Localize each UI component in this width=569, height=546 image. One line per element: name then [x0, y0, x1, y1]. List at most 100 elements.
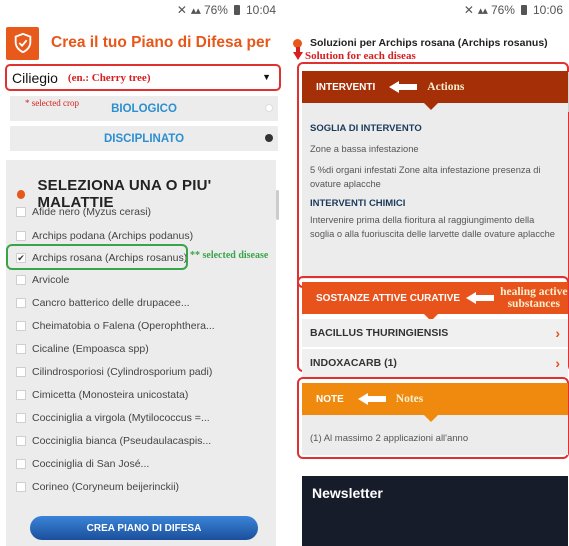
arrow-down-icon — [293, 47, 303, 60]
disease-item[interactable]: Cimicetta (Monosteira unicostata) — [16, 386, 188, 404]
disease-list-panel: SELEZIONA UNA O PIU' MALATTIE Afide nero… — [6, 160, 276, 546]
disease-item[interactable]: Cheimatobia o Falena (Operophthera... — [16, 317, 215, 335]
disease-label: Cancro batterico delle drupacee... — [32, 297, 190, 309]
note-card: NOTE Notes (1) Al massimo 2 applicazioni… — [302, 383, 568, 455]
chimici-title: INTERVENTI CHIMICI — [310, 198, 406, 209]
status-bar: ✕ ▴▴ 76% 10:06 — [287, 0, 569, 20]
disease-label: Cocciniglia a virgola (Mytilococcus =... — [32, 412, 210, 424]
checkbox[interactable] — [16, 390, 26, 400]
right-screen: ✕ ▴▴ 76% 10:06 Soluzioni per Archips ros… — [287, 0, 569, 546]
arrow-left-icon — [389, 81, 418, 93]
soglia-line: Zone a bassa infestazione — [310, 144, 419, 154]
interventi-annotation: Actions — [427, 81, 465, 93]
disease-label: Cimicetta (Monosteira unicostata) — [32, 389, 189, 401]
clock: 10:04 — [245, 3, 276, 17]
create-plan-button[interactable]: CREA PIANO DI DIFESA — [30, 516, 258, 540]
app-header: Crea il tuo Piano di Difesa per — [6, 24, 278, 62]
disease-item[interactable]: Cocciniglia a virgola (Mytilococcus =... — [16, 409, 210, 427]
interventi-body: SOGLIA DI INTERVENTO Zone a bassa infest… — [302, 103, 568, 241]
disease-label: Cheimatobia o Falena (Operophthera... — [32, 320, 215, 332]
battery-percent: 76% — [203, 3, 228, 17]
chevron-right-icon[interactable]: › — [555, 355, 560, 371]
solutions-header: Soluzioni per Archips rosana (Archips ro… — [293, 37, 548, 49]
radio-selected-icon[interactable] — [265, 134, 273, 142]
substance-row[interactable]: BACILLUS THURINGIENSIS › — [302, 319, 568, 347]
sostanze-annotation-line: healing active — [500, 286, 568, 298]
option-disciplinato-label: DISCIPLINATO — [103, 132, 185, 145]
checkbox[interactable] — [16, 436, 26, 446]
checkbox[interactable] — [16, 459, 26, 469]
sostanze-bar[interactable]: SOSTANZE ATTIVE CURATIVE healing active … — [302, 282, 568, 321]
solution-annotation: Solution for each diseas — [293, 47, 416, 62]
mute-icon: ✕ — [176, 3, 187, 17]
arrow-left-icon — [357, 393, 386, 405]
page-title: Crea il tuo Piano di Difesa per — [51, 34, 271, 51]
left-screen: ✕ ▴▴ 76% 10:04 Crea il tuo Piano di Dife… — [0, 0, 282, 546]
checkbox[interactable] — [16, 298, 26, 308]
battery-percent: 76% — [490, 3, 515, 17]
disease-item[interactable]: Corineo (Coryneum beijerinckii) — [16, 478, 179, 496]
sostanze-card: SOSTANZE ATTIVE CURATIVE healing active … — [302, 282, 568, 377]
crop-annotation: (en.: Cherry tree) — [67, 71, 151, 84]
interventi-label: INTERVENTI — [316, 81, 376, 93]
checkbox[interactable] — [16, 207, 26, 217]
chimici-text: Intervenire prima della fioritura al rag… — [310, 215, 555, 239]
checkbox[interactable] — [16, 413, 26, 423]
option-biologico-label: BIOLOGICO — [111, 102, 177, 115]
crop-select[interactable]: Ciliegio (en.: Cherry tree) ▼ — [5, 64, 281, 91]
disease-item[interactable]: Cocciniglia di San José... — [16, 455, 149, 473]
note-bar[interactable]: NOTE Notes — [302, 383, 568, 422]
note-label: NOTE — [316, 393, 344, 405]
option-disciplinato[interactable]: DISCIPLINATO — [10, 126, 278, 151]
substance-name: BACILLUS THURINGIENSIS — [310, 327, 449, 339]
checkbox[interactable] — [16, 275, 26, 285]
disease-label: Afide nero (Myzus cerasi) — [32, 206, 152, 218]
sostanze-annotation: healing active substances — [500, 286, 567, 310]
shield-check-icon[interactable] — [6, 26, 39, 60]
radio-empty-icon[interactable] — [265, 104, 273, 112]
selected-disease-note: ** selected disease — [190, 250, 269, 261]
disease-label: Cocciniglia di San José... — [32, 458, 150, 470]
checkbox[interactable] — [16, 321, 26, 331]
arrow-left-icon — [466, 292, 495, 304]
crop-select-value: Ciliegio — [12, 69, 58, 86]
disease-label: Cilindrosporiosi (Cylindrosporium padi) — [32, 366, 213, 378]
interventi-bar[interactable]: INTERVENTI Actions — [302, 71, 568, 110]
scrollbar[interactable] — [276, 190, 279, 220]
chevron-right-icon[interactable]: › — [555, 325, 560, 341]
dropdown-arrow-icon[interactable]: ▼ — [262, 72, 271, 82]
interventi-card: INTERVENTI Actions SOGLIA DI INTERVENTO … — [302, 71, 568, 279]
disease-item[interactable]: Cancro batterico delle drupacee... — [16, 294, 190, 312]
disease-item[interactable]: Archips podana (Archips podanus) — [16, 227, 193, 245]
soglia-line: 5 %di organi infestati Zone alta infesta… — [310, 165, 541, 189]
clock: 10:06 — [532, 3, 563, 17]
checkbox[interactable] — [16, 482, 26, 492]
disease-label: Archips podana (Archips podanus) — [32, 230, 194, 242]
substance-row[interactable]: INDOXACARB (1) › — [302, 349, 568, 377]
solutions-title: Soluzioni per Archips rosana (Archips ro… — [310, 37, 548, 49]
disease-item[interactable]: Afide nero (Myzus cerasi) — [16, 203, 151, 221]
soglia-title: SOGLIA DI INTERVENTO — [310, 123, 422, 134]
status-bar: ✕ ▴▴ 76% 10:04 — [0, 0, 282, 20]
sostanze-label: SOSTANZE ATTIVE CURATIVE — [316, 292, 461, 304]
disease-label: Corineo (Coryneum beijerinckii) — [32, 481, 180, 493]
disease-label: Cocciniglia bianca (Pseudaulacaspis... — [32, 435, 212, 447]
disease-item[interactable]: Cilindrosporiosi (Cylindrosporium padi) — [16, 363, 212, 381]
selected-crop-note: * selected crop — [25, 98, 79, 108]
signal-icon: ▴▴ — [477, 4, 488, 17]
disease-label: Cicaline (Empoasca spp) — [32, 343, 149, 355]
selected-disease-highlight — [6, 244, 188, 270]
note-annotation: Notes — [395, 393, 424, 405]
checkbox[interactable] — [16, 344, 26, 354]
substance-name: INDOXACARB (1) — [310, 357, 397, 369]
newsletter-section[interactable]: Newsletter — [302, 476, 568, 546]
sostanze-annotation-line: substances — [507, 298, 560, 310]
checkbox[interactable] — [16, 231, 26, 241]
disease-item[interactable]: Arvicole — [16, 271, 69, 289]
battery-icon — [520, 5, 527, 15]
signal-icon: ▴▴ — [190, 4, 201, 17]
disease-item[interactable]: Cocciniglia bianca (Pseudaulacaspis... — [16, 432, 211, 450]
disease-label: Arvicole — [32, 274, 70, 286]
disease-item[interactable]: Cicaline (Empoasca spp) — [16, 340, 149, 358]
checkbox[interactable] — [16, 367, 26, 377]
